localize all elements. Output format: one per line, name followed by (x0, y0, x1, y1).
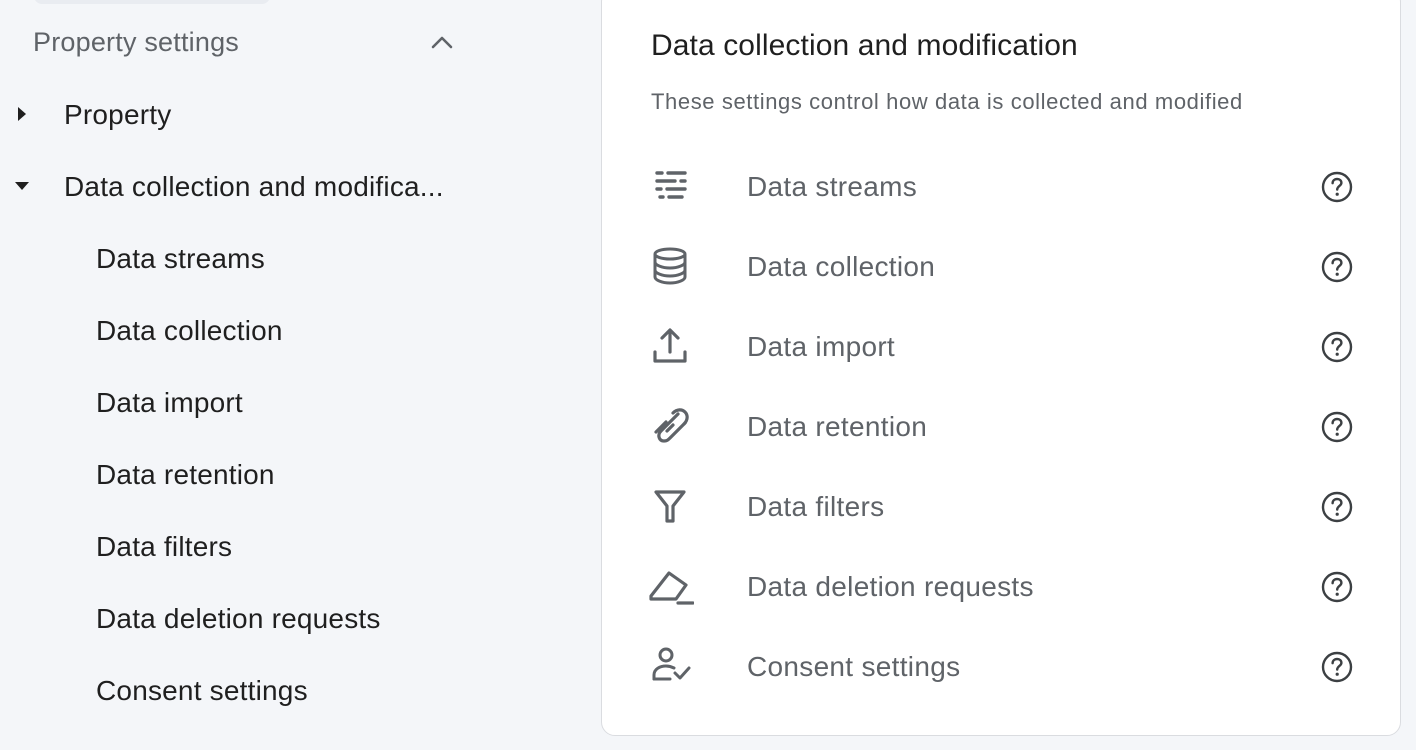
help-circle-icon[interactable] (1320, 330, 1354, 364)
help-circle-icon[interactable] (1320, 410, 1354, 444)
help-circle-icon[interactable] (1320, 170, 1354, 204)
sidebar-item-label: Data collection and modifica... (64, 171, 444, 202)
caret-right-icon (18, 107, 26, 121)
data-streams-icon (655, 171, 687, 199)
section-title: Property settings (33, 27, 239, 57)
help-circle-icon[interactable] (1320, 490, 1354, 524)
caret-down-icon (15, 182, 29, 190)
help-circle-icon[interactable] (1320, 570, 1354, 604)
card-subtitle: These settings control how data is colle… (651, 89, 1243, 114)
sidebar-item-data-collection[interactable]: Data collection (0, 302, 560, 358)
sidebar-item-data-filters[interactable]: Data filters (0, 518, 560, 574)
property-settings-header[interactable]: Property settings (0, 14, 480, 70)
setting-label: Data deletion requests (747, 571, 1034, 602)
sidebar: Property settings Property Data collecti… (0, 0, 600, 750)
sidebar-item-data-retention[interactable]: Data retention (0, 446, 560, 502)
sidebar-item-label: Property (64, 99, 172, 130)
sidebar-item-consent-settings[interactable]: Consent settings (0, 662, 560, 718)
setting-label: Data filters (747, 491, 885, 522)
setting-row-data-collection[interactable]: Data collection (642, 229, 1382, 301)
sidebar-item-label: Data deletion requests (96, 603, 381, 634)
setting-label: Data import (747, 331, 896, 362)
sidebar-item-data-import[interactable]: Data import (0, 374, 560, 430)
sidebar-item-data-streams[interactable]: Data streams (0, 230, 560, 286)
setting-label: Consent settings (747, 651, 961, 682)
setting-label: Data retention (747, 411, 928, 442)
setting-row-data-streams[interactable]: Data streams (642, 149, 1382, 221)
sidebar-item-property[interactable]: Property (0, 86, 560, 142)
setting-label: Data collection (747, 251, 936, 282)
data-collection-card: Data collection and modification These s… (601, 0, 1401, 736)
sidebar-item-label: Data streams (96, 243, 265, 274)
sidebar-item-label: Data import (96, 387, 243, 418)
sidebar-item-label: Data filters (96, 531, 233, 562)
setting-row-data-filters[interactable]: Data filters (642, 469, 1382, 541)
setting-label: Data streams (747, 171, 918, 202)
setting-row-data-retention[interactable]: Data retention (642, 389, 1382, 461)
help-circle-icon[interactable] (1320, 250, 1354, 284)
card-title: Data collection and modification (651, 29, 1078, 62)
sidebar-item-label: Consent settings (96, 675, 308, 706)
person-check-icon (652, 647, 691, 681)
upload-icon (653, 328, 687, 363)
sidebar-top-edge (34, 0, 270, 4)
filter-icon (654, 490, 686, 523)
setting-row-consent-settings[interactable]: Consent settings (642, 629, 1382, 701)
sidebar-item-data-deletion-requests[interactable]: Data deletion requests (0, 590, 560, 646)
sidebar-item-data-collection-and-modification[interactable]: Data collection and modifica... (0, 158, 560, 214)
sidebar-item-label: Data retention (96, 459, 275, 490)
app-window: Property settings Property Data collecti… (0, 0, 1416, 750)
attachment-icon (654, 408, 689, 443)
eraser-icon (649, 571, 694, 605)
setting-row-data-import[interactable]: Data import (642, 309, 1382, 381)
database-icon (653, 247, 687, 285)
chevron-up-icon[interactable] (427, 28, 457, 58)
setting-row-data-deletion-requests[interactable]: Data deletion requests (642, 549, 1382, 621)
sidebar-item-label: Data collection (96, 315, 283, 346)
help-circle-icon[interactable] (1320, 650, 1354, 684)
